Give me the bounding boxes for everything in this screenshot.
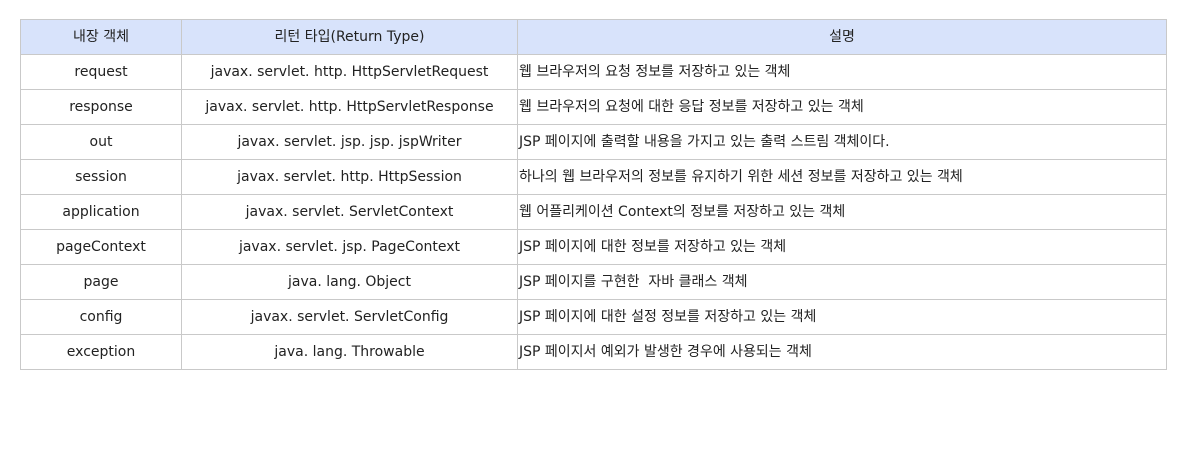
description-cell: JSP 페이지에 출력할 내용을 가지고 있는 출력 스트림 객체이다. <box>517 124 1167 160</box>
description-cell: JSP 페이지에 대한 정보를 저장하고 있는 객체 <box>517 229 1167 265</box>
description-cell: 웹 브라우저의 요청에 대한 응답 정보를 저장하고 있는 객체 <box>517 89 1167 125</box>
description-cell: 웹 브라우저의 요청 정보를 저장하고 있는 객체 <box>517 54 1167 90</box>
table-row: pageContext javax. servlet. jsp. PageCon… <box>20 229 1167 265</box>
object-name-cell: page <box>20 264 182 300</box>
description-cell: JSP 페이지에 대한 설정 정보를 저장하고 있는 객체 <box>517 299 1167 335</box>
jsp-builtin-objects-table-wrapper: 내장 객체 리턴 타입(Return Type) 설명 request java… <box>20 19 1167 370</box>
table-row: config javax. servlet. ServletConfig JSP… <box>20 299 1167 335</box>
table-row: request javax. servlet. http. HttpServle… <box>20 54 1167 90</box>
return-type-cell: javax. servlet. ServletContext <box>181 194 518 230</box>
description-cell: JSP 페이지를 구현한 자바 클래스 객체 <box>517 264 1167 300</box>
object-name-cell: request <box>20 54 182 90</box>
table-row: session javax. servlet. http. HttpSessio… <box>20 159 1167 195</box>
header-return-type: 리턴 타입(Return Type) <box>181 19 518 55</box>
table-row: application javax. servlet. ServletConte… <box>20 194 1167 230</box>
return-type-cell: javax. servlet. jsp. PageContext <box>181 229 518 265</box>
return-type-cell: javax. servlet. jsp. jsp. jspWriter <box>181 124 518 160</box>
return-type-cell: java. lang. Object <box>181 264 518 300</box>
return-type-cell: javax. servlet. http. HttpServletRespons… <box>181 89 518 125</box>
table-row: exception java. lang. Throwable JSP 페이지서… <box>20 334 1167 370</box>
description-cell: 하나의 웹 브라우저의 정보를 유지하기 위한 세션 정보를 저장하고 있는 객… <box>517 159 1167 195</box>
object-name-cell: application <box>20 194 182 230</box>
description-cell: 웹 어플리케이션 Context의 정보를 저장하고 있는 객체 <box>517 194 1167 230</box>
table-header-row: 내장 객체 리턴 타입(Return Type) 설명 <box>20 19 1167 55</box>
description-cell: JSP 페이지서 예외가 발생한 경우에 사용되는 객체 <box>517 334 1167 370</box>
table-header: 내장 객체 리턴 타입(Return Type) 설명 <box>20 19 1167 55</box>
return-type-cell: javax. servlet. ServletConfig <box>181 299 518 335</box>
object-name-cell: out <box>20 124 182 160</box>
header-description: 설명 <box>517 19 1167 55</box>
return-type-cell: java. lang. Throwable <box>181 334 518 370</box>
table-row: response javax. servlet. http. HttpServl… <box>20 89 1167 125</box>
table-row: page java. lang. Object JSP 페이지를 구현한 자바 … <box>20 264 1167 300</box>
object-name-cell: pageContext <box>20 229 182 265</box>
object-name-cell: config <box>20 299 182 335</box>
return-type-cell: javax. servlet. http. HttpServletRequest <box>181 54 518 90</box>
header-builtin-object: 내장 객체 <box>20 19 182 55</box>
table-body: request javax. servlet. http. HttpServle… <box>20 54 1167 370</box>
object-name-cell: exception <box>20 334 182 370</box>
object-name-cell: response <box>20 89 182 125</box>
return-type-cell: javax. servlet. http. HttpSession <box>181 159 518 195</box>
table-row: out javax. servlet. jsp. jsp. jspWriter … <box>20 124 1167 160</box>
jsp-builtin-objects-table: 내장 객체 리턴 타입(Return Type) 설명 request java… <box>20 19 1167 370</box>
object-name-cell: session <box>20 159 182 195</box>
